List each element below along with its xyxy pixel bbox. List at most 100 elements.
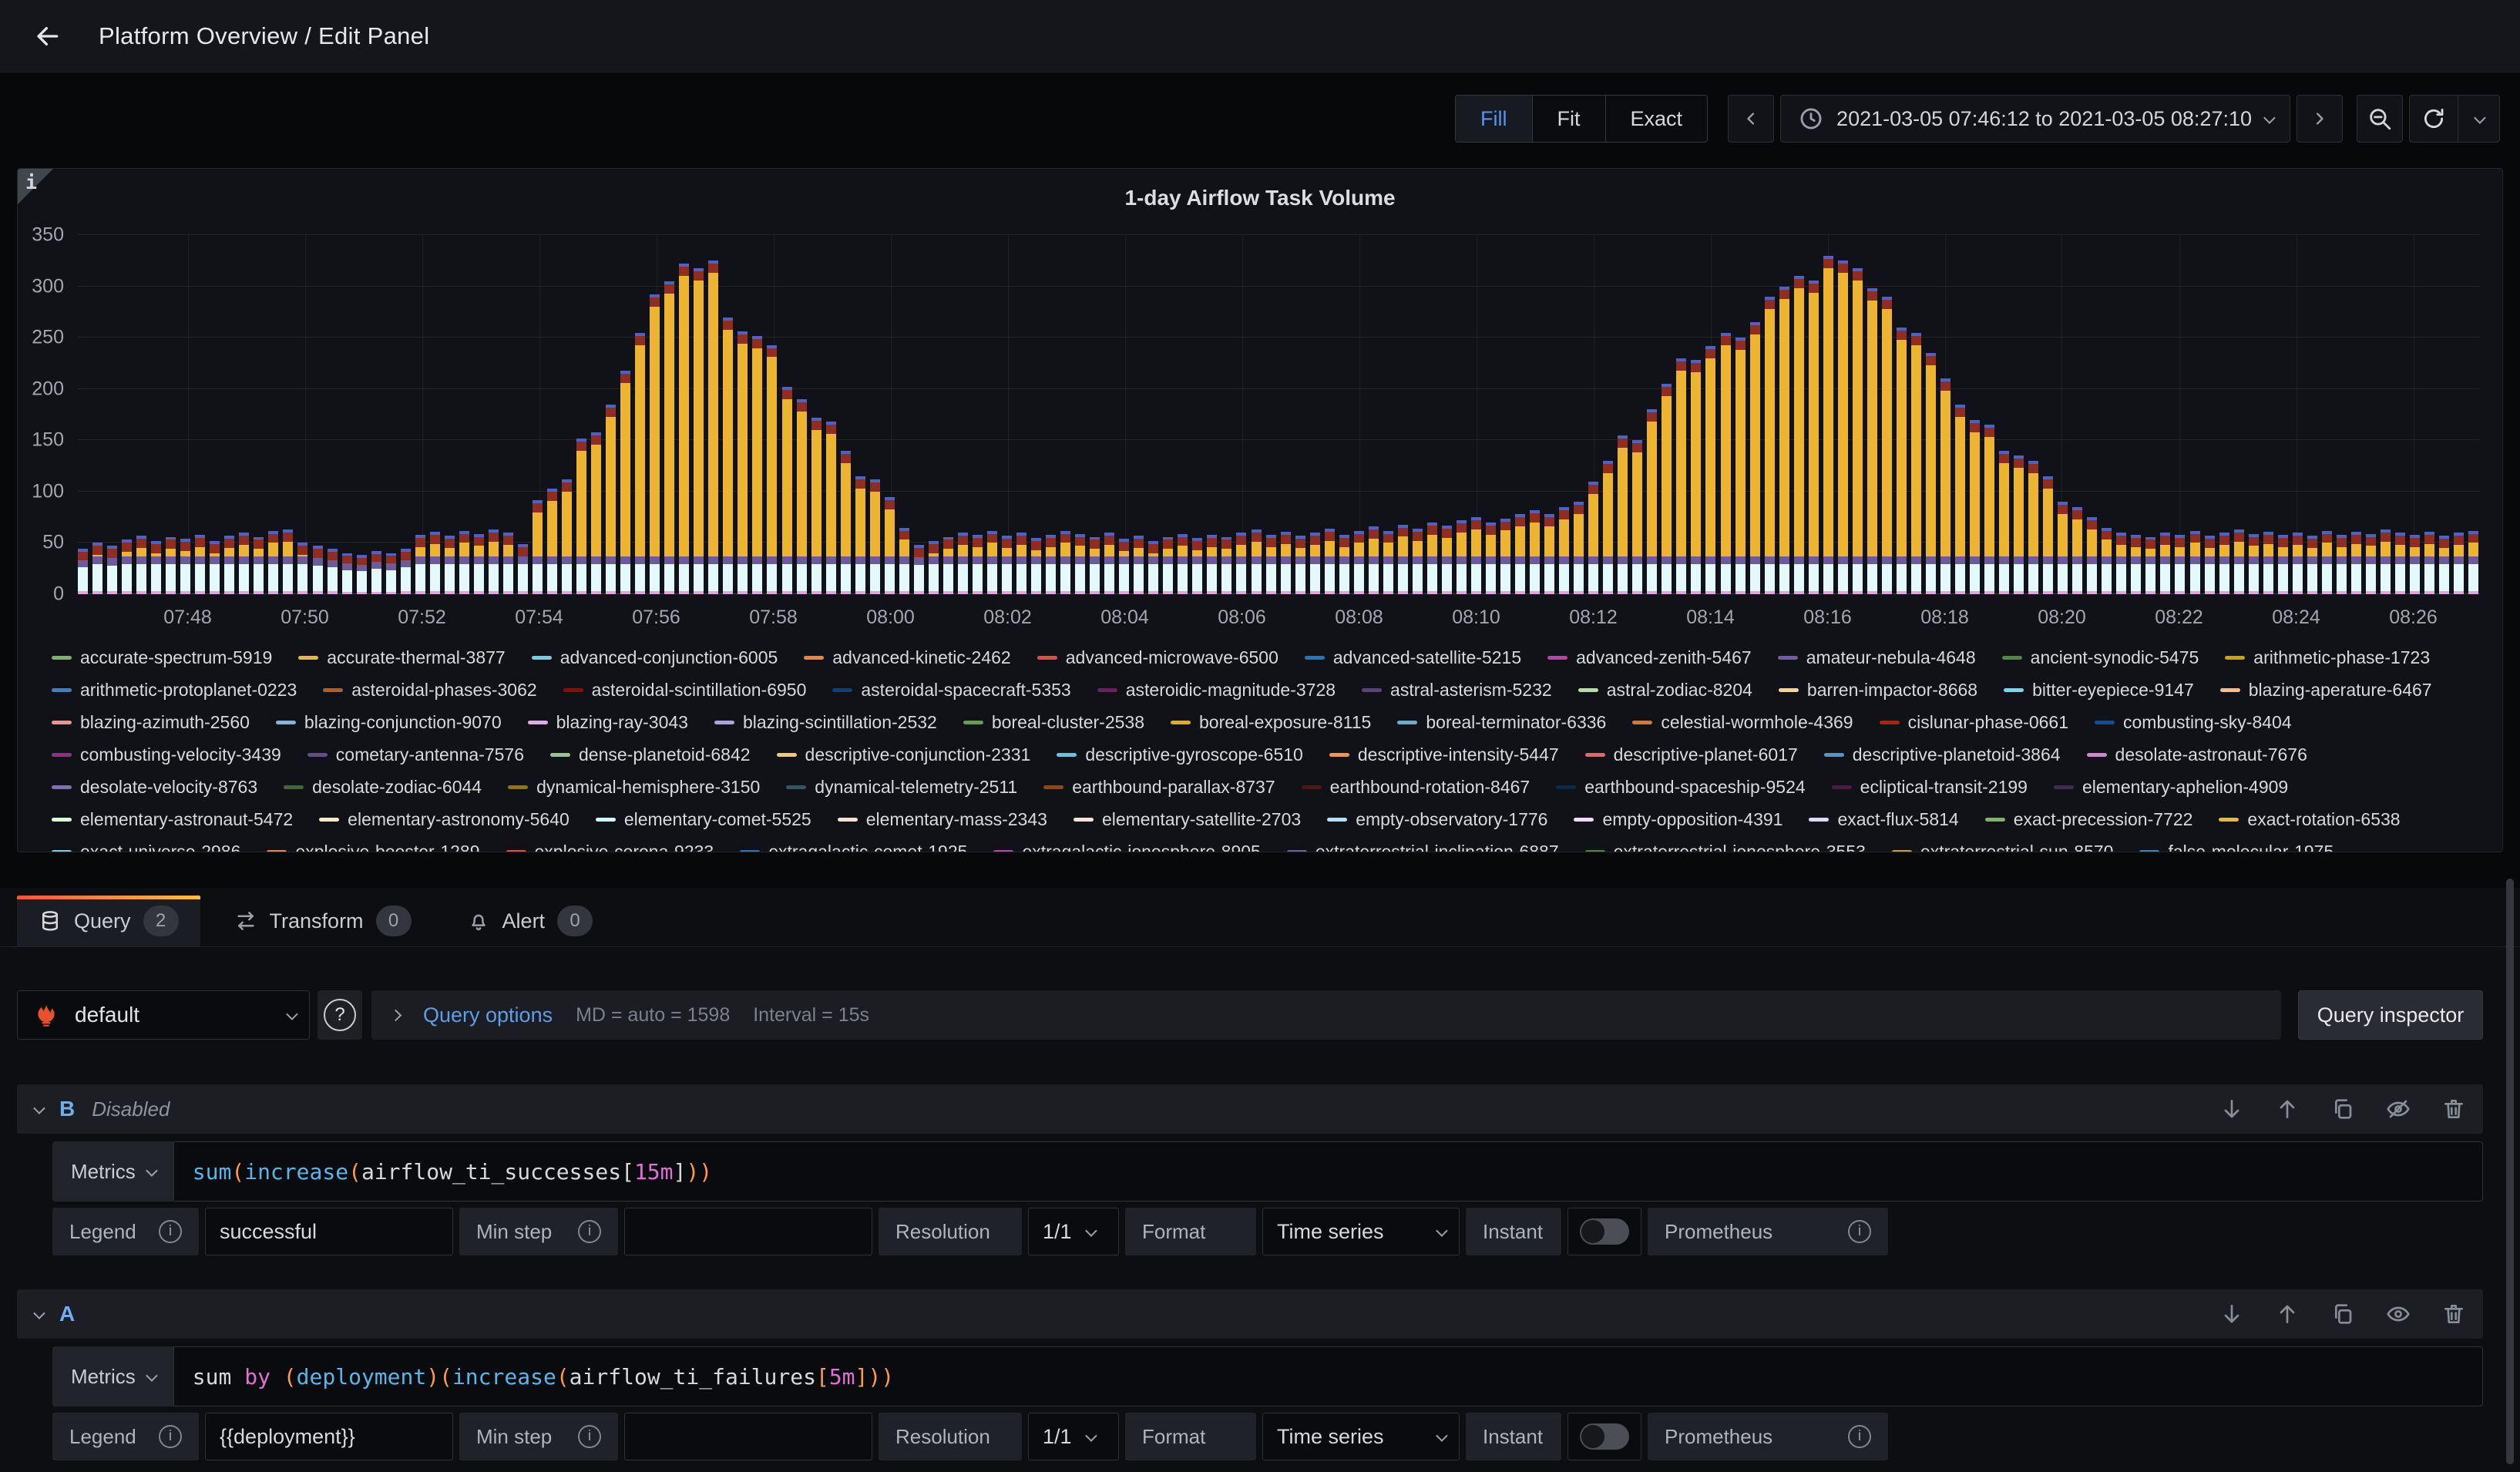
zoom-out-button[interactable] [2357, 95, 2403, 143]
back-arrow-icon[interactable] [23, 12, 72, 61]
legend-item[interactable]: dense-planetoid-6842 [550, 744, 751, 765]
legend-item[interactable]: empty-opposition-4391 [1574, 808, 1782, 830]
time-range-picker[interactable]: 2021-03-05 07:46:12 to 2021-03-05 08:27:… [1780, 95, 2290, 143]
move-down-icon[interactable] [2219, 1302, 2244, 1326]
collapse-chevron-icon[interactable] [33, 1307, 45, 1319]
legend-item[interactable]: desolate-astronaut-7676 [2087, 744, 2307, 765]
legend-item[interactable]: false-molecular-1975 [2139, 841, 2334, 852]
tab-alert[interactable]: Alert 0 [445, 896, 615, 946]
legend-item[interactable]: dynamical-hemisphere-3150 [508, 776, 760, 798]
legend-item[interactable]: asteroidal-phases-3062 [323, 679, 536, 701]
legend-item[interactable]: advanced-conjunction-6005 [532, 647, 778, 668]
legend-item[interactable]: earthbound-parallax-8737 [1043, 776, 1275, 798]
legend-item[interactable]: combusting-sky-8404 [2095, 711, 2292, 733]
legend-item[interactable]: barren-impactor-8668 [1779, 679, 1977, 701]
legend-item[interactable]: asteroidal-scintillation-6950 [563, 679, 807, 701]
promql-expression-input[interactable]: sum(increase(airflow_ti_successes[15m])) [173, 1141, 2483, 1201]
delete-icon[interactable] [2441, 1302, 2466, 1326]
legend-item[interactable]: boreal-exposure-8115 [1171, 711, 1371, 733]
promql-expression-input[interactable]: sum by (deployment)(increase(airflow_ti_… [173, 1346, 2483, 1406]
legend-item[interactable]: elementary-satellite-2703 [1074, 808, 1301, 830]
legend-item[interactable]: advanced-kinetic-2462 [804, 647, 1010, 668]
metrics-dropdown[interactable]: Metrics [52, 1141, 173, 1201]
legend-item[interactable]: astral-asterism-5232 [1362, 679, 1552, 701]
delete-icon[interactable] [2441, 1097, 2466, 1121]
legend-format-input[interactable]: {{deployment}} [205, 1413, 453, 1460]
legend-item[interactable]: bitter-eyepiece-9147 [2004, 679, 2194, 701]
scrollbar[interactable] [2506, 879, 2514, 1464]
legend-item[interactable]: desolate-velocity-8763 [52, 776, 257, 798]
time-shift-back-button[interactable] [1728, 95, 1774, 143]
legend-item[interactable]: blazing-azimuth-2560 [52, 711, 250, 733]
legend-item[interactable]: explosive-corona-9233 [506, 841, 714, 852]
legend-item[interactable]: elementary-mass-2343 [838, 808, 1047, 830]
legend-item[interactable]: asteroidal-spacecraft-5353 [832, 679, 1070, 701]
datasource-help-button[interactable]: ? [318, 990, 362, 1040]
legend-item[interactable]: accurate-thermal-3877 [298, 647, 505, 668]
fit-mode-button[interactable]: Fit [1533, 96, 1606, 142]
time-shift-forward-button[interactable] [2297, 95, 2343, 143]
legend-item[interactable]: blazing-aperature-6467 [2220, 679, 2432, 701]
legend-item[interactable]: exact-rotation-6538 [2219, 808, 2400, 830]
legend-item[interactable]: elementary-comet-5525 [596, 808, 811, 830]
legend-item[interactable]: descriptive-intensity-5447 [1329, 744, 1559, 765]
legend-item[interactable]: cislunar-phase-0661 [1880, 711, 2068, 733]
resolution-select[interactable]: 1/1 [1028, 1413, 1119, 1460]
legend-item[interactable]: asteroidic-magnitude-3728 [1097, 679, 1336, 701]
legend-item[interactable]: elementary-astronomy-5640 [319, 808, 570, 830]
legend-item[interactable]: astral-zodiac-8204 [1578, 679, 1752, 701]
legend-item[interactable]: ecliptical-transit-2199 [1832, 776, 2028, 798]
legend-item[interactable]: dynamical-telemetry-2511 [786, 776, 1017, 798]
instant-toggle[interactable] [1567, 1413, 1641, 1460]
query-inspector-button[interactable]: Query inspector [2298, 990, 2483, 1040]
legend-item[interactable]: earthbound-rotation-8467 [1302, 776, 1530, 798]
query-a-header[interactable]: A [17, 1289, 2483, 1339]
legend-item[interactable]: blazing-conjunction-9070 [276, 711, 502, 733]
legend-item[interactable]: exact-universe-2986 [52, 841, 240, 852]
refresh-interval-dropdown[interactable] [2458, 96, 2499, 142]
legend-item[interactable]: boreal-terminator-6336 [1397, 711, 1606, 733]
legend-item[interactable]: arithmetic-phase-1723 [2225, 647, 2430, 668]
legend-item[interactable]: empty-observatory-1776 [1327, 808, 1547, 830]
legend-item[interactable]: advanced-zenith-5467 [1547, 647, 1752, 668]
refresh-button[interactable] [2410, 96, 2458, 142]
legend-item[interactable]: desolate-zodiac-6044 [284, 776, 482, 798]
legend-item[interactable]: exact-flux-5814 [1809, 808, 1958, 830]
metrics-dropdown[interactable]: Metrics [52, 1346, 173, 1406]
legend-item[interactable]: arithmetic-protoplanet-0223 [52, 679, 297, 701]
legend-item[interactable]: blazing-ray-3043 [528, 711, 688, 733]
move-up-icon[interactable] [2275, 1097, 2300, 1121]
format-select[interactable]: Time series [1262, 1413, 1460, 1460]
legend-item[interactable]: celestial-wormhole-4369 [1632, 711, 1853, 733]
legend-item[interactable]: combusting-velocity-3439 [52, 744, 281, 765]
legend-item[interactable]: elementary-aphelion-4909 [2054, 776, 2288, 798]
collapse-chevron-icon[interactable] [33, 1102, 45, 1114]
legend-item[interactable]: blazing-scintillation-2532 [714, 711, 937, 733]
datasource-picker[interactable]: default [17, 990, 310, 1040]
legend-format-input[interactable]: successful [205, 1208, 453, 1255]
format-select[interactable]: Time series [1262, 1208, 1460, 1255]
move-down-icon[interactable] [2219, 1097, 2244, 1121]
tab-transform[interactable]: Transform 0 [213, 896, 433, 946]
legend-item[interactable]: descriptive-gyroscope-6510 [1057, 744, 1303, 765]
legend-item[interactable]: explosive-booster-1289 [267, 841, 479, 852]
legend-item[interactable]: descriptive-conjunction-2331 [777, 744, 1031, 765]
legend-item[interactable]: boreal-cluster-2538 [963, 711, 1144, 733]
query-b-header[interactable]: B Disabled [17, 1084, 2483, 1134]
legend-item[interactable]: advanced-microwave-6500 [1037, 647, 1278, 668]
instant-toggle[interactable] [1567, 1208, 1641, 1255]
exact-mode-button[interactable]: Exact [1606, 96, 1708, 142]
legend-item[interactable]: descriptive-planet-6017 [1585, 744, 1798, 765]
tab-query[interactable]: Query 2 [17, 896, 200, 946]
legend-item[interactable]: advanced-satellite-5215 [1305, 647, 1521, 668]
legend-item[interactable]: descriptive-planetoid-3864 [1824, 744, 2061, 765]
legend-item[interactable]: extraterrestrial-inclination-6887 [1287, 841, 1559, 852]
duplicate-icon[interactable] [2330, 1097, 2355, 1121]
legend-item[interactable]: elementary-astronaut-5472 [52, 808, 293, 830]
eye-slash-icon[interactable] [2386, 1097, 2411, 1121]
legend-item[interactable]: extragalactic-ionosphere-8905 [993, 841, 1260, 852]
eye-icon[interactable] [2386, 1302, 2411, 1326]
legend-item[interactable]: accurate-spectrum-5919 [52, 647, 272, 668]
move-up-icon[interactable] [2275, 1302, 2300, 1326]
legend-item[interactable]: ancient-synodic-5475 [2002, 647, 2199, 668]
